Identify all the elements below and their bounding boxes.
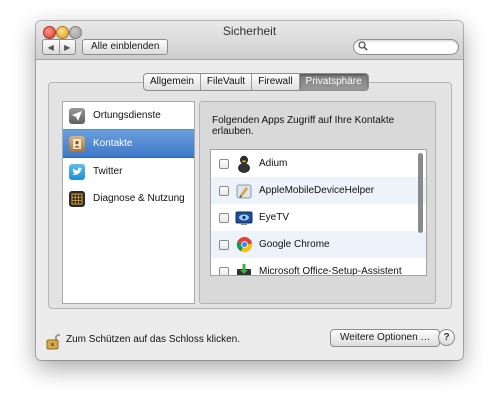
title-toolbar: Sicherheit ◀ ▶ Alle einblenden: [36, 21, 463, 60]
tab-firewall[interactable]: Firewall: [252, 74, 300, 90]
tab-privatsphaere[interactable]: Privatsphäre: [299, 74, 368, 90]
search-icon: [358, 41, 368, 54]
window-title: Sicherheit: [222, 24, 277, 38]
mobile-device-helper-icon: [235, 182, 253, 200]
adium-duck-icon: [235, 155, 253, 173]
search-field[interactable]: [353, 39, 459, 55]
sidebar-item-label: Kontakte: [93, 138, 133, 149]
access-checkbox[interactable]: [219, 212, 229, 223]
access-checkbox[interactable]: [219, 239, 229, 250]
contacts-access-pane: Folgenden Apps Zugriff auf Ihre Kontakte…: [199, 101, 436, 304]
office-setup-icon: [235, 263, 253, 275]
access-checkbox[interactable]: [219, 185, 229, 196]
location-arrow-icon: [69, 107, 85, 124]
sidebar-item-diagnose[interactable]: Diagnose & Nutzung: [63, 185, 194, 212]
app-name: Google Chrome: [259, 239, 330, 250]
list-item-google-chrome: Google Chrome: [211, 231, 426, 258]
diagnostics-icon: [69, 190, 85, 207]
tab-bar: Allgemein FileVault Firewall Privatsphär…: [143, 73, 369, 91]
app-name: Adium: [259, 158, 288, 169]
more-options-button[interactable]: Weitere Optionen …: [330, 329, 441, 347]
chrome-icon: [235, 236, 253, 254]
app-name: Microsoft Office-Setup-Assistent: [259, 266, 402, 276]
sidebar-item-label: Ortungsdienste: [93, 110, 161, 121]
contacts-book-icon: [69, 135, 85, 152]
list-item-applemobiledevicehelper: AppleMobileDeviceHelper: [211, 177, 426, 204]
access-checkbox[interactable]: [219, 266, 229, 275]
list-scrollbar[interactable]: [418, 153, 423, 233]
app-name: EyeTV: [259, 212, 290, 223]
sidebar-item-label: Twitter: [93, 166, 123, 177]
search-input[interactable]: [370, 40, 450, 54]
lock-instruction-text: Zum Schützen auf das Schloss klicken.: [66, 334, 240, 345]
sidebar-item-label: Diagnose & Nutzung: [93, 193, 185, 204]
list-item-office-setup: Microsoft Office-Setup-Assistent: [211, 258, 426, 276]
forward-icon[interactable]: ▶: [60, 40, 76, 54]
back-forward-control: ◀ ▶: [42, 39, 76, 55]
sidebar-item-kontakte[interactable]: Kontakte: [63, 129, 194, 158]
tab-allgemein[interactable]: Allgemein: [144, 74, 201, 90]
app-name: AppleMobileDeviceHelper: [259, 185, 375, 196]
privacy-category-list: Ortungsdienste Kontakte Twitter Diagnose…: [62, 101, 195, 304]
eyetv-icon: [235, 209, 253, 227]
list-item-adium: Adium: [211, 150, 426, 177]
security-preferences-window: Sicherheit ◀ ▶ Alle einblenden Allgemein…: [36, 21, 463, 360]
show-all-button[interactable]: Alle einblenden: [82, 39, 169, 55]
pane-heading: Folgenden Apps Zugriff auf Ihre Kontakte…: [212, 115, 395, 137]
tab-filevault[interactable]: FileVault: [201, 74, 253, 90]
lock-icon[interactable]: [46, 332, 62, 353]
sidebar-item-ortungsdienste[interactable]: Ortungsdienste: [63, 102, 194, 129]
sidebar-item-twitter[interactable]: Twitter: [63, 158, 194, 185]
app-access-list: Adium AppleMobileDeviceHelper EyeTV Goog…: [210, 149, 427, 276]
list-item-eyetv: EyeTV: [211, 204, 426, 231]
back-icon[interactable]: ◀: [43, 40, 60, 54]
twitter-bird-icon: [69, 163, 85, 180]
help-button[interactable]: ?: [438, 329, 455, 346]
access-checkbox[interactable]: [219, 158, 229, 169]
